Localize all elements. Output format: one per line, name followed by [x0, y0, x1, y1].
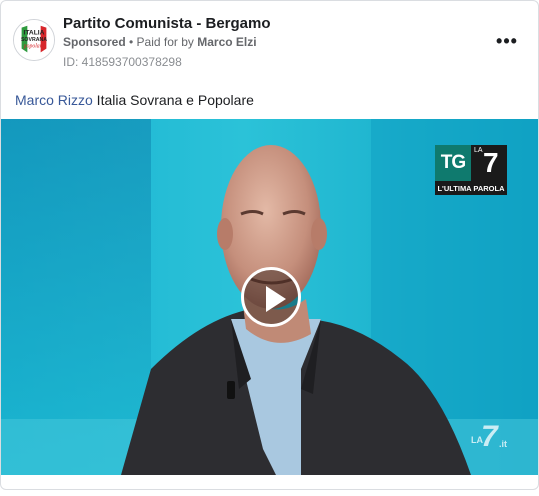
post-text: Marco Rizzo Italia Sovrana e Popolare — [15, 92, 254, 108]
video-player[interactable]: TG LA 7 L'ULTIMA PAROLA LA 7 .it — [1, 119, 538, 475]
more-options-icon: ••• — [496, 30, 518, 51]
paid-for-prefix: • Paid for by — [125, 35, 198, 49]
sponsored-meta: Sponsored • Paid for by Marco Elzi — [63, 35, 257, 49]
program-subtitle: L'ULTIMA PAROLA — [435, 181, 507, 195]
tg-la7-logo: TG LA 7 L'ULTIMA PAROLA — [435, 145, 507, 195]
italia-sovrana-logo-icon: ITALIA SOVRANA popolare — [14, 20, 54, 60]
play-icon — [266, 286, 286, 312]
ad-id: ID: 418593700378298 — [63, 55, 182, 69]
la7-box: LA 7 — [471, 145, 507, 181]
logo-line1: ITALIA — [24, 29, 45, 36]
tg-logo-text: TG — [435, 145, 471, 181]
logo-line2: SOVRANA — [21, 37, 47, 43]
page-avatar[interactable]: ITALIA SOVRANA popolare — [13, 19, 55, 61]
more-options-button[interactable]: ••• — [493, 29, 521, 53]
watermark-it: .it — [499, 439, 507, 449]
la7-watermark: LA 7 .it — [471, 421, 511, 453]
watermark-num: 7 — [481, 420, 498, 453]
la7-box-num: 7 — [483, 147, 499, 178]
payer-name[interactable]: Marco Elzi — [197, 35, 256, 49]
sponsored-post-card: ITALIA SOVRANA popolare Partito Comunist… — [0, 0, 539, 490]
sponsored-label: Sponsored — [63, 35, 126, 49]
post-text-rest: Italia Sovrana e Popolare — [92, 92, 254, 108]
mention-link[interactable]: Marco Rizzo — [15, 92, 93, 108]
logo-line3: popolare — [23, 44, 45, 50]
page-name-link[interactable]: Partito Comunista - Bergamo — [63, 15, 271, 32]
la7-box-la: LA — [474, 147, 483, 154]
play-button[interactable] — [241, 267, 301, 327]
